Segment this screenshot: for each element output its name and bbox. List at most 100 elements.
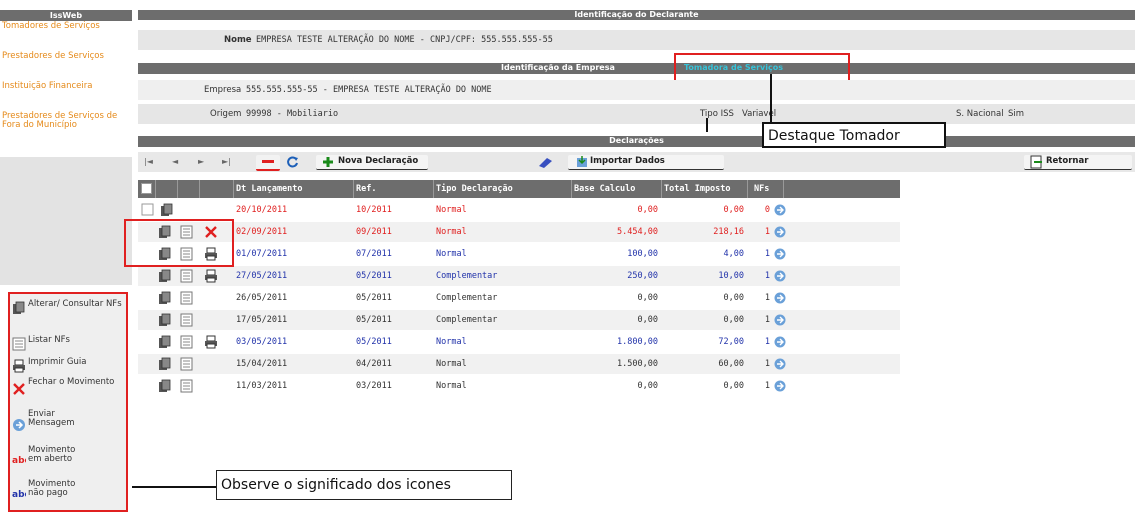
cell-tipo: Normal	[436, 227, 467, 237]
sidebar-title: IssWeb	[0, 10, 132, 21]
cell-base: 1.500,00	[617, 359, 658, 369]
declaracoes-header: Declarações	[138, 136, 1135, 147]
sidebar-link-prestadores-fora[interactable]: Prestadores de Serviços de Fora do Munic…	[2, 112, 130, 130]
send-message-icon[interactable]	[774, 204, 786, 216]
table-row[interactable]: 20/10/2011 10/2011 Normal 0,00 0,00 0	[138, 200, 900, 220]
list-icon[interactable]	[180, 269, 194, 283]
nova-declaracao-button[interactable]: Nova Declaração	[316, 155, 428, 170]
eraser-button[interactable]	[534, 155, 556, 169]
printer-icon[interactable]	[204, 269, 218, 283]
empresa-header: Identificação da Empresa Tomadora de Ser…	[138, 63, 1135, 74]
next-page-button[interactable]: ►	[198, 155, 204, 169]
documents-icon[interactable]	[160, 203, 174, 217]
list-icon[interactable]	[180, 335, 194, 349]
col-ref[interactable]: Ref.	[354, 180, 434, 198]
documents-icon[interactable]	[158, 291, 172, 305]
empresa-row: Empresa 555.555.555-55 - EMPRESA TESTE A…	[138, 80, 1135, 100]
importar-dados-button[interactable]: Importar Dados	[568, 155, 724, 170]
list-icon[interactable]	[180, 291, 194, 305]
send-message-icon[interactable]	[774, 292, 786, 304]
row-checkbox[interactable]	[141, 203, 155, 217]
cell-tipo: Normal	[436, 359, 467, 369]
callout-tick	[706, 118, 708, 132]
list-icon[interactable]	[180, 357, 194, 371]
refresh-icon	[287, 156, 298, 168]
s-nacional-label: S. Nacional	[956, 109, 1004, 119]
cell-tipo: Normal	[436, 337, 467, 347]
cell-nfs: 1	[764, 249, 770, 259]
documents-icon[interactable]	[158, 357, 172, 371]
table-row[interactable]: 27/05/2011 05/2011 Complementar 250,00 10,00…	[138, 266, 900, 286]
send-message-icon[interactable]	[774, 248, 786, 260]
documents-icon[interactable]	[158, 379, 172, 393]
first-page-button[interactable]: |◄	[144, 155, 153, 169]
declarante-row: Nome EMPRESA TESTE ALTERAÇÃO DO NOME - C…	[138, 30, 1135, 50]
select-all-checkbox[interactable]	[141, 183, 152, 194]
callout-destaque-tomador: Destaque Tomador	[762, 122, 946, 148]
svg-text:abc: abc	[12, 456, 26, 466]
minus-button[interactable]	[256, 155, 280, 171]
callout-observe-icones: Observe o significado dos icones	[216, 470, 512, 500]
last-page-button[interactable]: ►|	[222, 155, 231, 169]
table-row[interactable]: 15/04/2011 04/2011 Normal 1.500,00 60,00 1	[138, 354, 900, 374]
callout-line-tomador	[770, 74, 772, 122]
minus-icon	[262, 160, 274, 163]
documents-icon[interactable]	[158, 269, 172, 283]
legend-item-alterar: Alterar/ Consultar NFs	[12, 300, 128, 322]
cell-date: 02/09/2011	[236, 227, 288, 237]
table-row[interactable]: 03/05/2011 05/2011 Normal 1.800,00 72,00 1	[138, 332, 900, 352]
import-icon	[577, 156, 587, 167]
send-message-icon[interactable]	[774, 380, 786, 392]
cell-tipo: Complementar	[436, 271, 498, 281]
col-nfs[interactable]: NFs	[748, 180, 784, 198]
cell-base: 0,00	[637, 293, 658, 303]
cell-nfs: 1	[764, 293, 770, 303]
icon-col-3	[200, 180, 234, 198]
table-row[interactable]: 02/09/2011 09/2011 Normal 5.454,00 218,16 1	[138, 222, 900, 242]
documents-icon[interactable]	[158, 335, 172, 349]
send-message-icon[interactable]	[774, 270, 786, 282]
documents-icon[interactable]	[158, 313, 172, 327]
table-row[interactable]: 01/07/2011 07/2011 Normal 100,00 4,00 1	[138, 244, 900, 264]
empresa-header-label: Identificação da Empresa	[501, 63, 615, 72]
row-icons-highlight-box	[124, 219, 234, 267]
abc-red-icon: abc	[12, 456, 26, 466]
legend-item-fechar: Fechar o Movimento	[12, 378, 128, 400]
send-message-icon[interactable]	[774, 336, 786, 348]
send-message-icon[interactable]	[774, 314, 786, 326]
refresh-button[interactable]	[286, 155, 300, 169]
printer-icon[interactable]	[204, 335, 218, 349]
col-total[interactable]: Total Imposto	[662, 180, 748, 198]
svg-text:abc: abc	[12, 490, 26, 500]
cell-total: 0,00	[723, 293, 744, 303]
cell-date: 01/07/2011	[236, 249, 288, 259]
empresa-value: 555.555.555-55 - EMPRESA TESTE ALTERAÇÃO…	[246, 85, 492, 95]
cell-total: 0,00	[723, 205, 744, 215]
cell-ref: 10/2011	[356, 205, 392, 215]
nome-label: Nome	[224, 35, 252, 45]
col-base[interactable]: Base Calculo	[572, 180, 662, 198]
cell-tipo: Normal	[436, 249, 467, 259]
sidebar-link-tomadores[interactable]: Tomadores de Serviços	[2, 22, 130, 31]
send-message-icon[interactable]	[774, 226, 786, 238]
col-tipo[interactable]: Tipo Declaração	[434, 180, 572, 198]
prev-page-button[interactable]: ◄	[172, 155, 178, 169]
list-icon[interactable]	[180, 379, 194, 393]
cell-date: 17/05/2011	[236, 315, 288, 325]
cell-ref: 05/2011	[356, 271, 392, 281]
cell-base: 5.454,00	[617, 227, 658, 237]
eraser-icon	[539, 158, 552, 168]
sidebar-link-instituicao[interactable]: Instituição Financeira	[2, 82, 130, 91]
declarante-header: Identificação do Declarante	[138, 10, 1135, 20]
send-message-icon[interactable]	[774, 358, 786, 370]
callout-line-icones	[132, 486, 218, 488]
table-row[interactable]: 26/05/2011 05/2011 Complementar 0,00 0,00 1	[138, 288, 900, 308]
retornar-button[interactable]: Retornar	[1024, 155, 1132, 170]
table-row[interactable]: 17/05/2011 05/2011 Complementar 0,00 0,00 1	[138, 310, 900, 330]
cell-date: 26/05/2011	[236, 293, 288, 303]
cell-total: 0,00	[723, 315, 744, 325]
list-icon[interactable]	[180, 313, 194, 327]
table-row[interactable]: 11/03/2011 03/2011 Normal 0,00 0,00 1	[138, 376, 900, 396]
col-dt-lancamento[interactable]: Dt Lançamento	[234, 180, 354, 198]
sidebar-link-prestadores[interactable]: Prestadores de Serviços	[2, 52, 130, 61]
